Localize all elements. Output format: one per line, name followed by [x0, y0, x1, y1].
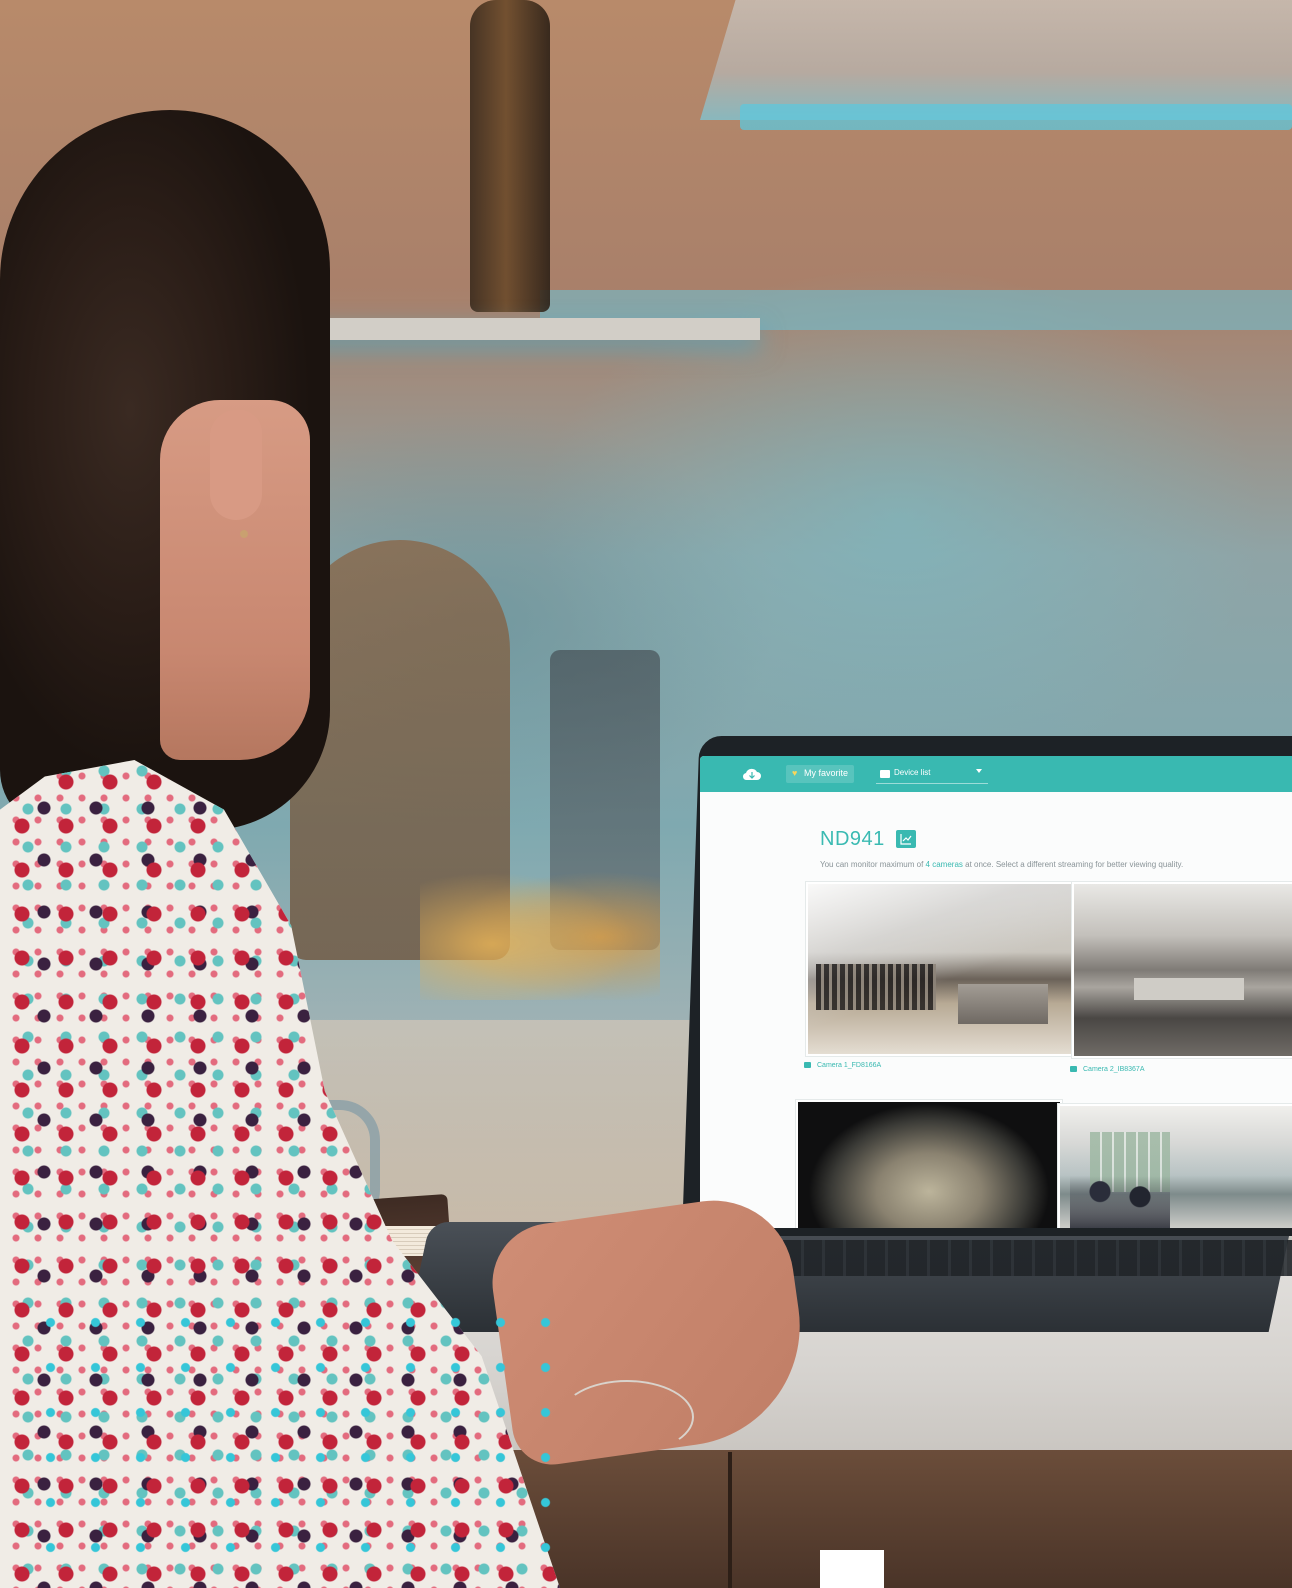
- device-title: ND941: [820, 828, 885, 850]
- device-list-dropdown[interactable]: Device list: [876, 765, 988, 784]
- laptop-keyboard: [720, 1240, 1292, 1276]
- office-workers: [1070, 1176, 1170, 1228]
- page-corner-tab: [820, 1550, 884, 1588]
- device-list-label: Device list: [894, 768, 931, 777]
- woman-ear: [210, 410, 262, 520]
- chevron-down-icon: [976, 769, 982, 773]
- range-hood: [700, 0, 1292, 120]
- photo-scene: ♥ My favorite Device list ND941 You can …: [0, 0, 1292, 1588]
- spice-jars: [420, 860, 660, 1000]
- cloud-icon[interactable]: [742, 766, 762, 782]
- store-counter: [958, 984, 1048, 1024]
- wine-bottle: [470, 0, 550, 312]
- camera-1-name: Camera 1_FD8166A: [817, 1062, 882, 1069]
- camera-2-name: Camera 2_IB8367A: [1083, 1066, 1145, 1073]
- camera-icon: [804, 1062, 811, 1069]
- camera-2-feed[interactable]: [1072, 882, 1292, 1058]
- hint-suffix: at once. Select a different streaming fo…: [965, 860, 1184, 869]
- bracelet: [560, 1380, 694, 1454]
- chart-button[interactable]: [896, 830, 916, 848]
- lobby-desk: [1134, 978, 1244, 1000]
- hint-camera-count: 4 cameras: [925, 860, 963, 869]
- camera-limit-hint: You can monitor maximum of 4 cameras at …: [820, 860, 1183, 869]
- hint-prefix: You can monitor maximum of: [820, 860, 924, 869]
- trend-chart-icon: [900, 834, 912, 845]
- app-header: ♥ My favorite Device list: [700, 756, 1292, 792]
- wall-shelf: [300, 318, 760, 340]
- heart-icon: ♥: [792, 768, 798, 778]
- folder-icon: [880, 770, 890, 778]
- camera-3-feed[interactable]: [796, 1100, 1062, 1228]
- camera-4-feed[interactable]: [1058, 1104, 1292, 1228]
- camera-1-caption[interactable]: Camera 1_FD8166A: [804, 1062, 881, 1069]
- my-favorite-tab[interactable]: ♥ My favorite: [786, 765, 854, 783]
- decorative-dot-grid: [28, 1300, 568, 1560]
- camera-2-caption[interactable]: Camera 2_IB8367A: [1070, 1066, 1144, 1073]
- clothing-racks: [816, 964, 936, 1010]
- laptop-screen: ♥ My favorite Device list ND941 You can …: [700, 756, 1292, 1228]
- earring: [240, 530, 248, 538]
- range-hood-light: [740, 104, 1292, 130]
- camera-1-feed[interactable]: [806, 882, 1078, 1056]
- drawer-gap: [728, 1452, 732, 1588]
- camera-icon: [1070, 1066, 1077, 1073]
- my-favorite-label: My favorite: [804, 768, 849, 778]
